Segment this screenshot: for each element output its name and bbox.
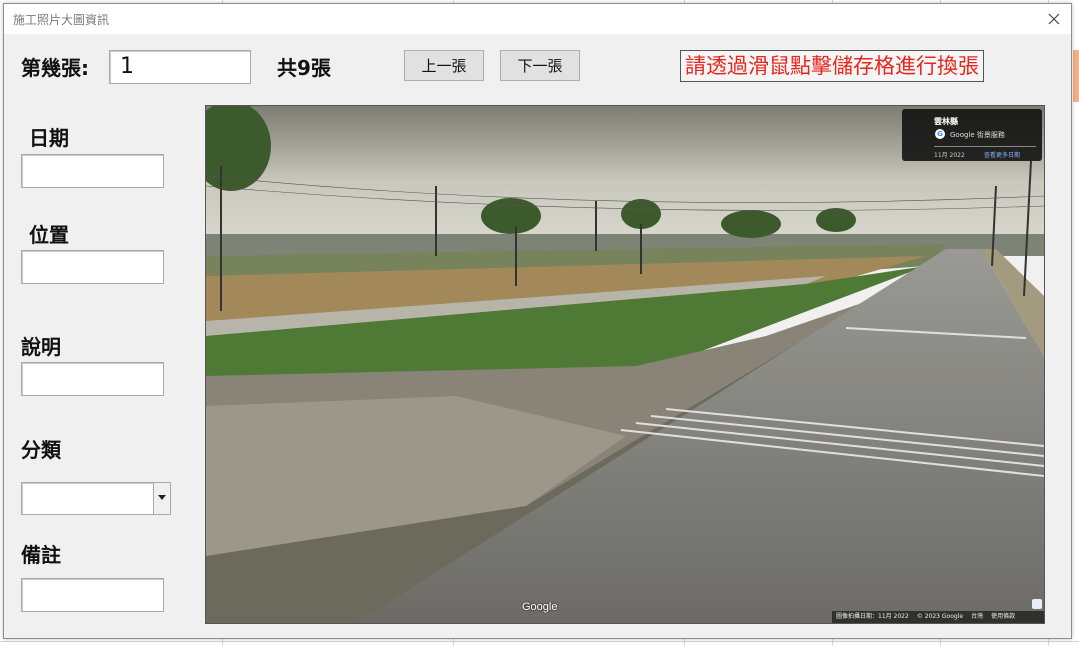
- panel-link: 查看更多日期: [984, 152, 1021, 159]
- navigation-hint: 請透過滑鼠點擊儲存格進行換張: [680, 50, 984, 82]
- street-view-image: [206, 106, 1044, 623]
- description-field[interactable]: [21, 362, 164, 396]
- total-pages-label: 共9張: [277, 56, 331, 80]
- panel-title: 雲林縣: [934, 117, 958, 126]
- description-label: 說明: [21, 335, 61, 359]
- photo-info-dialog: 施工照片大圖資訊 第幾張: 1 共9張 上一張 下一張 請透過滑鼠點擊儲存格進行…: [3, 3, 1072, 639]
- page-number-label: 第幾張:: [21, 56, 89, 80]
- window-title: 施工照片大圖資訊: [13, 13, 110, 27]
- date-label: 日期: [29, 126, 69, 150]
- footer-date: 圖像拍攝日期：11月 2022: [836, 613, 909, 620]
- location-field[interactable]: [21, 250, 164, 284]
- close-icon: [1048, 13, 1060, 25]
- prev-button[interactable]: 上一張: [404, 50, 484, 81]
- street-view-footer: 圖像拍攝日期：11月 2022 © 2023 Google 台灣 使用條款: [832, 611, 1044, 623]
- close-button[interactable]: [1037, 4, 1071, 34]
- category-select[interactable]: [21, 482, 171, 515]
- page-number-input[interactable]: 1: [109, 50, 251, 84]
- remarks-label: 備註: [21, 543, 61, 567]
- category-dropdown-button[interactable]: [153, 483, 170, 514]
- google-icon: G: [935, 129, 945, 139]
- footer-terms: 使用條款: [991, 613, 1016, 620]
- footer-region: 台灣: [971, 613, 984, 620]
- location-label: 位置: [29, 223, 69, 247]
- category-label: 分類: [21, 438, 61, 462]
- street-view-info-panel: 雲林縣 G Google 街景服務 11月 2022 查看更多日期: [902, 109, 1042, 161]
- remarks-field[interactable]: [21, 578, 164, 612]
- date-field[interactable]: [21, 154, 164, 188]
- panel-subtitle: Google 街景服務: [950, 131, 1005, 139]
- next-button[interactable]: 下一張: [500, 50, 580, 81]
- title-bar: 施工照片大圖資訊: [4, 4, 1071, 34]
- chevron-down-icon: [158, 495, 166, 500]
- footer-copyright: © 2023 Google: [916, 613, 964, 620]
- construction-photo: 雲林縣 G Google 街景服務 11月 2022 查看更多日期 Google…: [205, 105, 1045, 624]
- panel-date: 11月 2022: [934, 152, 965, 159]
- google-logo: Google: [522, 601, 558, 613]
- report-icon: [1032, 599, 1042, 609]
